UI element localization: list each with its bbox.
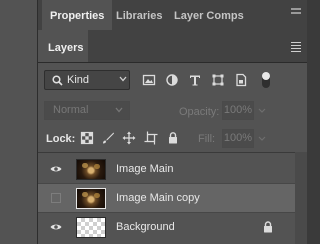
lock-row: Lock: Fill: 100% — [38, 126, 307, 153]
layers-scrollbar[interactable] — [295, 152, 307, 244]
fill-dropdown-arrow-icon[interactable] — [257, 129, 267, 148]
layer-row-image-main[interactable]: Image Main — [38, 155, 307, 183]
lock-image-pixels-icon[interactable] — [101, 131, 115, 145]
filter-kind-label: Kind — [67, 74, 90, 86]
layer-thumbnail — [76, 188, 106, 209]
layer-row-background[interactable]: Background — [38, 213, 307, 241]
type-filter-icon[interactable] — [188, 73, 202, 87]
filter-kind-dropdown[interactable]: Kind — [44, 70, 130, 90]
layer-filter-row: Kind — [38, 62, 307, 96]
opacity-input[interactable]: 100% — [222, 101, 254, 120]
image-filter-icon[interactable] — [142, 73, 156, 87]
opacity-label: Opacity: — [179, 106, 220, 118]
layers-tab-row: Layers — [38, 30, 307, 63]
lock-position-icon[interactable] — [122, 131, 136, 145]
layers-panel-group: Properties Libraries Layer Comps Layers … — [38, 0, 307, 244]
tab-layer-comps[interactable]: Layer Comps — [166, 0, 252, 30]
layer-visibility-toggle[interactable] — [38, 184, 74, 212]
fill-input[interactable]: 100% — [222, 129, 254, 148]
layer-name: Background — [116, 221, 175, 233]
layer-row-image-main-copy[interactable]: Image Main copy — [38, 184, 307, 212]
top-tab-bar: Properties Libraries Layer Comps — [38, 0, 307, 30]
lock-artboard-icon[interactable] — [144, 131, 158, 145]
blend-mode-value: Normal — [53, 104, 89, 116]
filter-toggle-switch[interactable] — [262, 72, 270, 88]
opacity-dropdown-arrow-icon[interactable] — [257, 101, 267, 120]
tab-properties[interactable]: Properties — [42, 0, 113, 30]
lock-icon — [264, 221, 272, 233]
eye-icon — [50, 166, 62, 172]
layer-visibility-toggle[interactable] — [38, 213, 74, 241]
left-dock-strip — [0, 0, 38, 244]
layer-name: Image Main — [116, 163, 174, 175]
lock-label: Lock: — [46, 133, 76, 145]
smart-object-filter-icon[interactable] — [234, 73, 248, 87]
fill-label: Fill: — [198, 133, 216, 145]
blend-opacity-row: Normal Opacity: 100% — [38, 96, 307, 126]
chevron-down-icon — [115, 107, 123, 113]
layer-visibility-toggle[interactable] — [38, 155, 74, 183]
tab-layers[interactable]: Layers — [38, 30, 88, 62]
eye-icon — [50, 224, 62, 230]
layer-thumbnail — [76, 159, 106, 180]
layer-name: Image Main copy — [116, 192, 200, 204]
hidden-visibility-box — [51, 193, 61, 203]
chevron-down-icon — [119, 76, 127, 82]
search-icon — [52, 75, 63, 86]
lock-all-icon[interactable] — [166, 131, 180, 145]
panel-menu-icon[interactable] — [291, 42, 301, 54]
layer-thumbnail — [76, 217, 106, 238]
tab-libraries[interactable]: Libraries — [108, 0, 170, 30]
lock-transparent-pixels-icon[interactable] — [80, 131, 94, 145]
adjustment-filter-icon[interactable] — [165, 73, 179, 87]
collapse-panel-icon[interactable] — [291, 8, 301, 18]
blend-mode-dropdown[interactable]: Normal — [44, 101, 130, 120]
shape-filter-icon[interactable] — [211, 73, 225, 87]
